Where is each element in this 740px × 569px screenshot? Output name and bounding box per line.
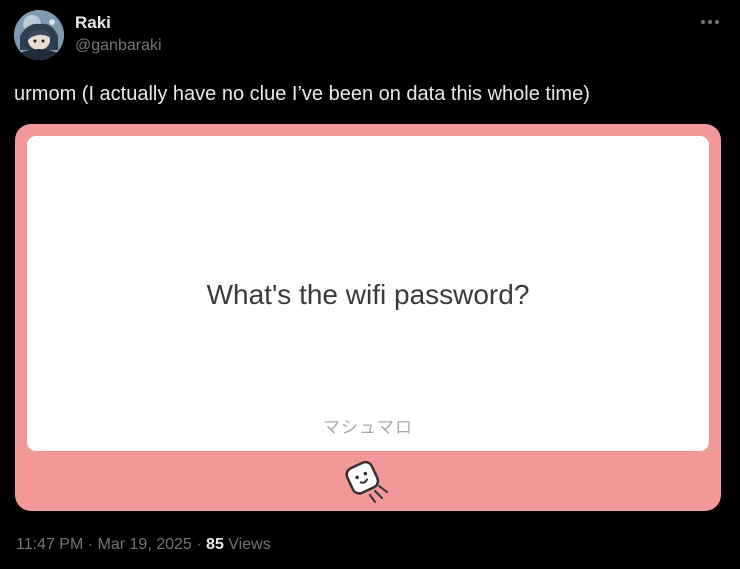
avatar-image	[14, 10, 64, 60]
meta-separator: ·	[196, 536, 202, 553]
more-horizontal-icon[interactable]	[698, 12, 722, 32]
marshmallow-icon	[339, 456, 399, 506]
tweet-text: urmom (I actually have no clue I’ve been…	[14, 83, 590, 105]
question-panel: What's the wifi password? マシュマロ	[27, 136, 709, 451]
views-count[interactable]: 85	[206, 536, 224, 553]
tweet-date[interactable]: Mar 19, 2025	[98, 536, 192, 553]
question-text: What's the wifi password?	[206, 279, 530, 310]
meta-separator: ·	[87, 536, 94, 553]
avatar[interactable]	[14, 10, 64, 60]
author-handle[interactable]: @ganbaraki	[75, 36, 162, 56]
brand-label: マシュマロ	[323, 418, 413, 437]
author-display-name[interactable]: Raki	[75, 13, 111, 33]
tweet-meta: 11:47 PM · Mar 19, 2025 · 85 Views	[16, 535, 271, 555]
views-label[interactable]: Views	[228, 536, 270, 553]
tweet-time[interactable]: 11:47 PM	[16, 536, 83, 553]
media-card[interactable]: What's the wifi password? マシュマロ	[15, 124, 721, 511]
